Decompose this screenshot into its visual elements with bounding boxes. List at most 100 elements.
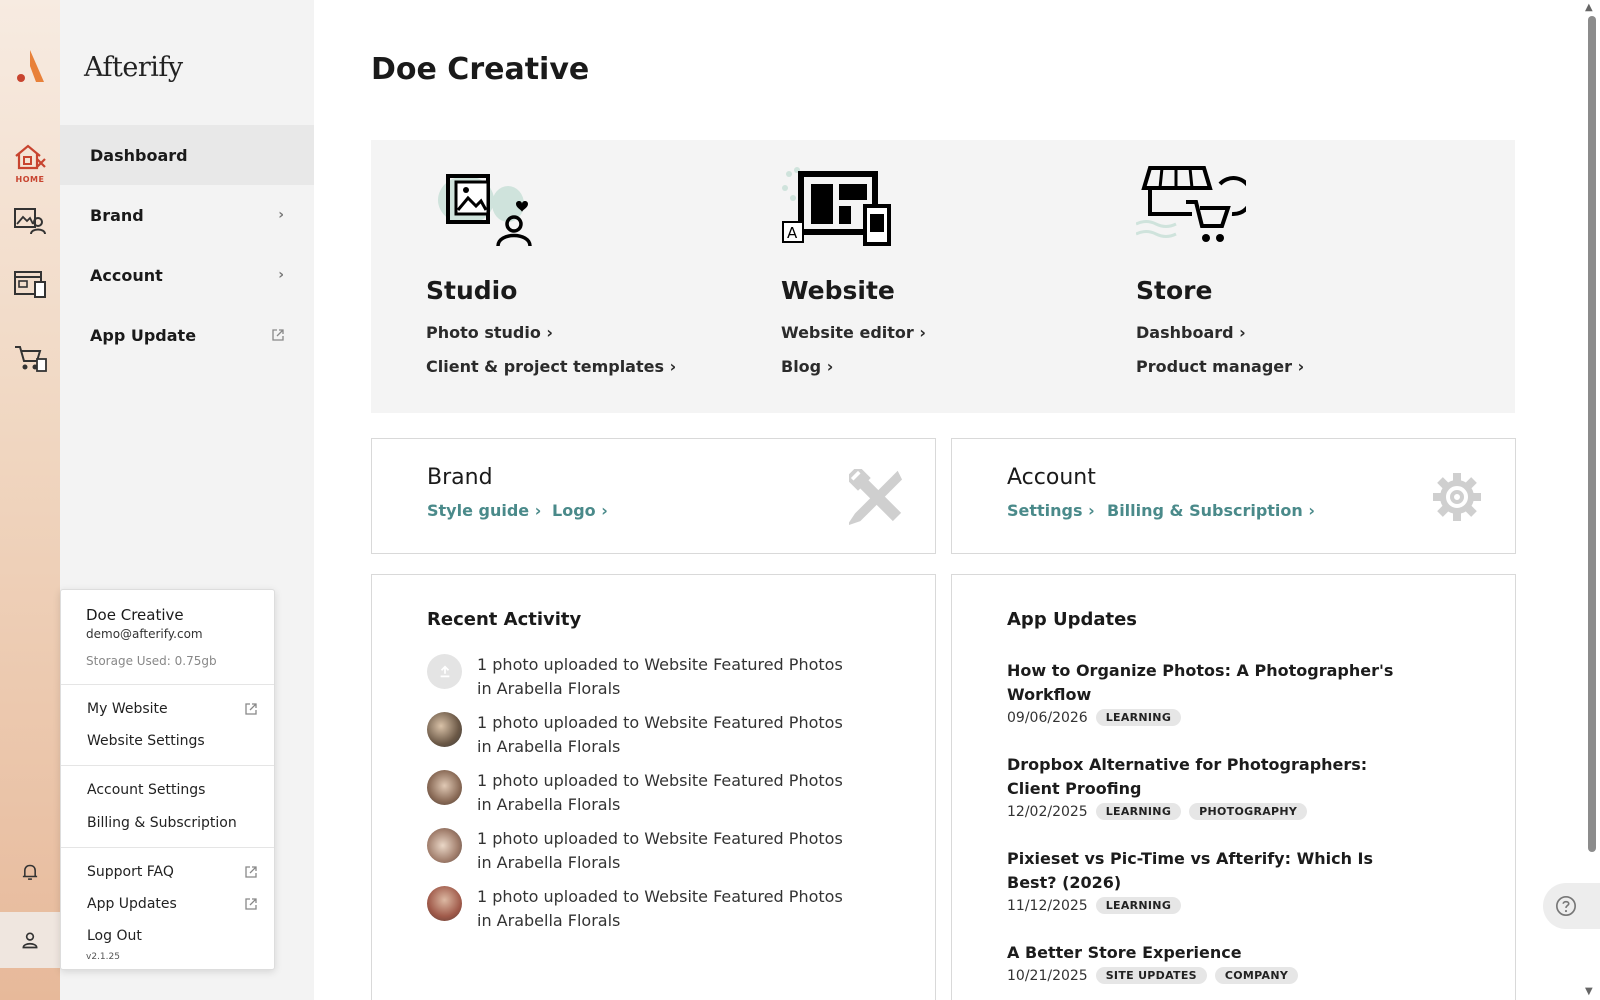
rail-store-button[interactable] — [0, 330, 60, 386]
hero-store-title: Store — [1136, 276, 1213, 305]
chevron-right-icon: › — [669, 357, 677, 376]
activity-thumbnail — [427, 770, 462, 805]
update-title[interactable]: A Better Store Experience — [1007, 941, 1407, 965]
client-project-templates-link[interactable]: Client & project templates › — [426, 357, 676, 376]
gear-icon — [1433, 473, 1481, 521]
popup-divider — [61, 847, 274, 848]
rail-website-button[interactable] — [0, 256, 60, 312]
hero-store: Store Dashboard › Product manager › — [1081, 140, 1421, 413]
list-item[interactable]: 1 photo uploaded to Website Featured Pho… — [427, 653, 867, 703]
update-item[interactable]: A Better Store Experience 10/21/2025 SIT… — [1007, 941, 1407, 984]
settings-link[interactable]: Settings › — [1007, 501, 1095, 520]
wrench-icon — [849, 469, 903, 525]
sidebar-item-dashboard[interactable]: Dashboard — [60, 125, 314, 185]
external-link-icon — [245, 866, 257, 878]
style-guide-label: Style guide — [427, 501, 530, 520]
help-button[interactable] — [1543, 883, 1600, 929]
chevron-right-icon: › — [1308, 501, 1315, 520]
page-title: Doe Creative — [371, 52, 590, 87]
popup-website-settings[interactable]: Website Settings — [87, 733, 257, 749]
update-item[interactable]: Dropbox Alternative for Photographers: C… — [1007, 753, 1407, 820]
svg-text:A: A — [787, 224, 798, 242]
rail-home-button[interactable]: HOME — [0, 134, 60, 190]
update-date: 09/06/2026 — [1007, 709, 1088, 726]
update-title[interactable]: Dropbox Alternative for Photographers: C… — [1007, 753, 1407, 801]
popup-support-faq[interactable]: Support FAQ — [87, 864, 257, 880]
activity-thumbnail — [427, 712, 462, 747]
update-item[interactable]: Pixieset vs Pic-Time vs Afterify: Which … — [1007, 847, 1407, 914]
activity-thumbnail — [427, 828, 462, 863]
user-popup-menu: Doe Creative demo@afterify.com Storage U… — [60, 589, 275, 970]
photo-studio-link[interactable]: Photo studio › — [426, 323, 553, 342]
chevron-right-icon: › — [1297, 357, 1305, 376]
blog-link[interactable]: Blog › — [781, 357, 833, 376]
update-date: 11/12/2025 — [1007, 897, 1088, 914]
update-tag: LEARNING — [1095, 897, 1182, 914]
hero-website: A Website Website editor › Blog › — [726, 140, 1066, 413]
account-card-title: Account — [1007, 465, 1096, 490]
activity-thumbnail — [427, 886, 462, 921]
blog-label: Blog — [781, 357, 822, 376]
update-title[interactable]: Pixieset vs Pic-Time vs Afterify: Which … — [1007, 847, 1407, 895]
home-icon — [15, 144, 46, 169]
product-manager-link[interactable]: Product manager › — [1136, 357, 1304, 376]
store-icon — [15, 346, 47, 372]
chevron-right-icon: › — [534, 501, 542, 520]
brand-card: Brand Style guide › Logo › — [371, 438, 936, 554]
chevron-right-icon: › — [919, 323, 926, 342]
list-item[interactable]: 1 photo uploaded to Website Featured Pho… — [427, 885, 867, 935]
chevron-right-icon: › — [278, 267, 284, 283]
notifications-button[interactable] — [0, 844, 60, 900]
popup-app-updates[interactable]: App Updates — [87, 896, 257, 912]
rail-studio-button[interactable] — [0, 192, 60, 248]
sidebar-item-app-update[interactable]: App Update — [60, 305, 314, 365]
sidebar-item-brand[interactable]: Brand › — [60, 185, 314, 245]
hero-studio: Studio Photo studio › Client & project t… — [371, 140, 711, 413]
logo-link[interactable]: Logo › — [552, 501, 608, 520]
billing-subscription-link[interactable]: Billing & Subscription › — [1107, 501, 1315, 520]
website-editor-label: Website editor — [781, 323, 914, 342]
recent-activity-title: Recent Activity — [427, 609, 582, 630]
user-menu-button[interactable] — [0, 912, 60, 968]
sidebar-item-label: App Update — [90, 325, 197, 345]
rail-home-caption: HOME — [15, 174, 45, 184]
activity-line: in Arabella Florals — [477, 911, 621, 930]
client-project-templates-label: Client & project templates — [426, 357, 664, 376]
popup-storage-used: Storage Used: 0.75gb — [86, 654, 217, 668]
update-item[interactable]: How to Organize Photos: A Photographer's… — [1007, 659, 1407, 726]
activity-text: 1 photo uploaded to Website Featured Pho… — [477, 769, 857, 817]
sidebar-item-account[interactable]: Account › — [60, 245, 314, 305]
popup-account-settings[interactable]: Account Settings — [87, 782, 257, 798]
external-link-icon — [245, 703, 257, 715]
popup-app-updates-label: App Updates — [87, 896, 177, 912]
activity-line: 1 photo uploaded to Website Featured Pho… — [477, 713, 843, 732]
store-dashboard-label: Dashboard — [1136, 323, 1234, 342]
style-guide-link[interactable]: Style guide › — [427, 501, 541, 520]
list-item[interactable]: 1 photo uploaded to Website Featured Pho… — [427, 827, 867, 877]
sidebar-item-label: Brand — [90, 205, 144, 225]
chevron-right-icon: › — [601, 501, 608, 520]
list-item[interactable]: 1 photo uploaded to Website Featured Pho… — [427, 769, 867, 819]
popup-my-website[interactable]: My Website — [87, 701, 257, 717]
scrollbar-thumb[interactable] — [1588, 16, 1596, 852]
settings-label: Settings — [1007, 501, 1083, 520]
popup-log-out[interactable]: Log Out — [87, 928, 257, 944]
update-tag: LEARNING — [1095, 803, 1182, 820]
website-editor-link[interactable]: Website editor › — [781, 323, 926, 342]
popup-user-email: demo@afterify.com — [86, 627, 203, 641]
popup-billing-subscription[interactable]: Billing & Subscription — [87, 815, 257, 831]
recent-activity-card: Recent Activity 1 photo uploaded to Webs… — [371, 574, 936, 1000]
hero-panel: Studio Photo studio › Client & project t… — [371, 140, 1515, 413]
store-dashboard-link[interactable]: Dashboard › — [1136, 323, 1246, 342]
website-icon — [14, 271, 46, 298]
activity-line: in Arabella Florals — [477, 737, 621, 756]
activity-text: 1 photo uploaded to Website Featured Pho… — [477, 885, 857, 933]
update-title[interactable]: How to Organize Photos: A Photographer's… — [1007, 659, 1407, 707]
account-card: Account Settings › Billing & Subscriptio… — [951, 438, 1516, 554]
activity-line: in Arabella Florals — [477, 795, 621, 814]
scroll-up-arrow[interactable]: ▲ — [1585, 2, 1593, 13]
studio-icon — [14, 208, 46, 235]
list-item[interactable]: 1 photo uploaded to Website Featured Pho… — [427, 711, 867, 761]
scroll-down-arrow[interactable]: ▼ — [1585, 986, 1593, 997]
popup-support-faq-label: Support FAQ — [87, 864, 174, 880]
